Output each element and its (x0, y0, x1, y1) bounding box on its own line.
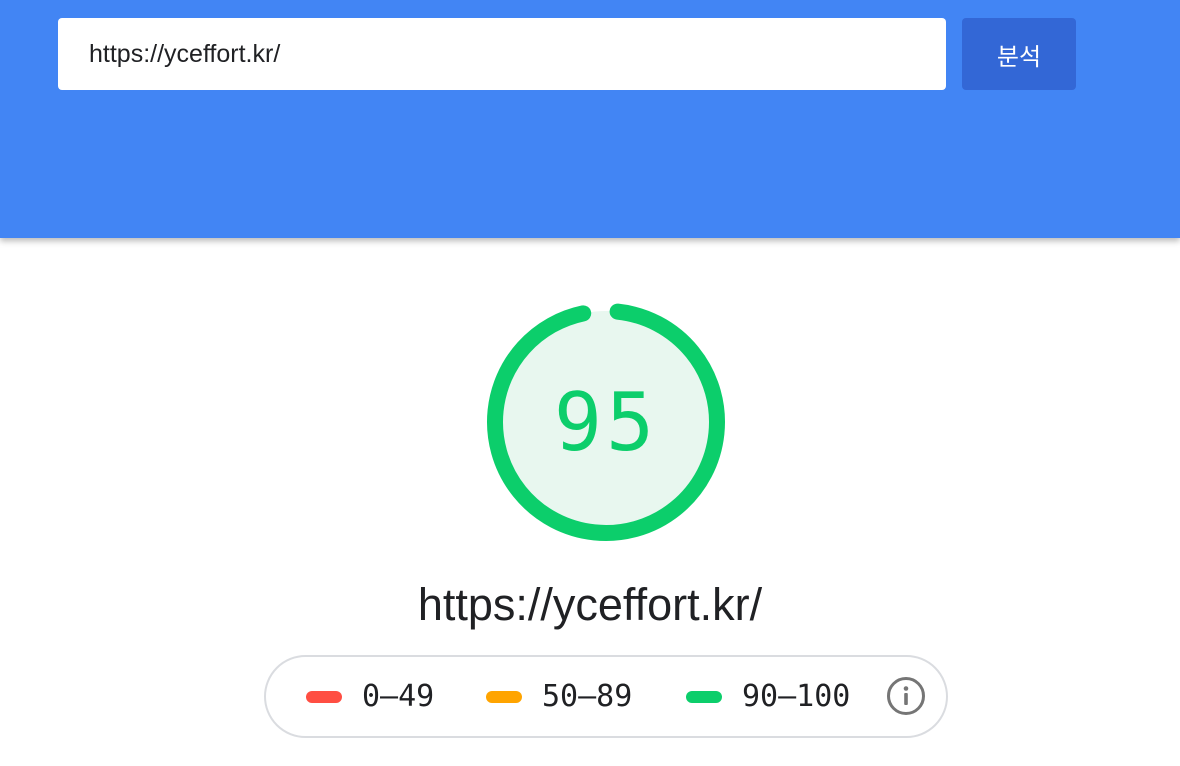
legend-item-average: 50–89 (486, 657, 632, 736)
score-legend: 0–49 50–89 90–100 (264, 655, 948, 738)
url-input[interactable] (58, 18, 946, 90)
legend-label-fail: 0–49 (362, 679, 435, 714)
legend-swatch-fail (306, 690, 342, 703)
legend-item-fail: 0–49 (306, 657, 434, 736)
legend-swatch-average (486, 690, 522, 703)
info-icon[interactable] (886, 676, 926, 716)
analyze-button[interactable]: 분석 (962, 18, 1076, 90)
legend-swatch-pass (686, 690, 722, 703)
legend-label-average: 50–89 (542, 679, 633, 714)
tested-url: https://yceffort.kr/ (417, 579, 763, 630)
performance-score: 95 (553, 375, 659, 469)
legend-item-pass: 90–100 (686, 657, 850, 736)
legend-label-pass: 90–100 (742, 679, 851, 714)
header-bar: 분석 (0, 0, 1180, 238)
